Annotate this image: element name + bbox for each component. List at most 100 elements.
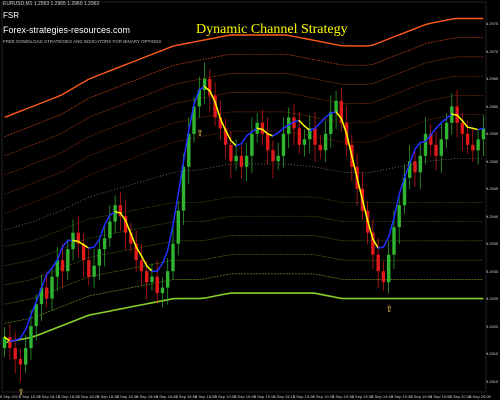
bull-candle	[244, 155, 249, 167]
time-tick-label: 5 Sep 19:55	[430, 394, 452, 399]
time-tick-label: 5 Sep 19:20	[292, 394, 315, 399]
bear-candle	[45, 287, 49, 299]
bull-candle	[97, 249, 101, 266]
bear-candle	[13, 348, 17, 360]
time-tick-label: 5 Sep 18:30	[97, 394, 119, 399]
price-tick-label: 1.2930	[486, 268, 499, 274]
bear-candle	[87, 260, 91, 277]
trend-up-segment	[435, 122, 443, 130]
bear-candle	[145, 271, 149, 283]
trend-up-segment	[88, 246, 95, 249]
bull-candle	[150, 276, 154, 283]
bull-candle	[302, 139, 307, 145]
brand-abbreviation: FSR	[3, 11, 19, 20]
trend-up-segment	[40, 273, 48, 289]
channel-midline	[4, 158, 484, 231]
trend-up-segment	[272, 131, 279, 137]
bear-candle	[376, 254, 380, 272]
trend-down-segment	[466, 126, 474, 130]
time-tick-label: 5 Sep 19:05	[234, 394, 256, 399]
bull-candle	[397, 205, 401, 228]
bear-candle	[471, 144, 475, 151]
bull-candle	[323, 133, 328, 151]
price-tick-label: 1.2960	[486, 103, 499, 109]
trend-up-segment	[240, 135, 248, 145]
strategy-title: Dynamic Channel Strategy	[196, 22, 348, 37]
time-tick-label: 5 Sep 20:05	[469, 394, 491, 399]
trend-up-segment	[319, 116, 327, 124]
trend-up-segment	[98, 224, 106, 241]
bull-candle	[329, 111, 333, 134]
site-tagline: FREE DOWNLOAD STRATEGIES AND INDICATORS …	[3, 39, 162, 44]
time-tick-label: 5 Sep 18:55	[195, 394, 217, 399]
symbol-info-line: EURUSD,M1 1.2963 1.2965 1.2960 1.2963	[3, 1, 100, 7]
bear-candle	[139, 260, 144, 272]
trend-up-segment	[9, 339, 16, 342]
bear-candle	[465, 133, 470, 145]
time-tick-label: 5 Sep 19:30	[332, 394, 354, 399]
bull-candle	[334, 100, 338, 112]
bear-candle	[18, 359, 23, 365]
bull-candle	[50, 276, 54, 299]
time-tick-label: 5 Sep 19:15	[273, 394, 295, 399]
time-tick-label: 5 Sep 18:50	[175, 394, 198, 399]
upper-channel-band	[4, 95, 484, 195]
time-tick-label: 5 Sep 20:00	[449, 394, 472, 399]
price-tick-label: 1.2945	[486, 186, 499, 192]
bull-candle	[281, 133, 286, 156]
price-tick-label: 1.2940	[486, 213, 499, 219]
bull-candle	[108, 221, 112, 239]
time-tick-label: 5 Sep 18:40	[136, 394, 158, 399]
bull-candle	[250, 133, 254, 156]
bull-candle	[160, 287, 165, 294]
bull-candle	[176, 210, 180, 244]
trend-down-segment	[145, 264, 153, 272]
price-tick-label: 1.2910	[486, 378, 499, 384]
bear-candle	[271, 150, 275, 162]
trading-chart[interactable]: EURUSD,M1 1.2963 1.2965 1.2960 1.2963 FS…	[0, 0, 500, 400]
price-tick-label: 1.2935	[486, 241, 499, 247]
bear-candle	[239, 155, 244, 167]
bear-candle	[155, 276, 159, 294]
site-name: Forex-strategies-resources.com	[3, 25, 131, 35]
bull-candle	[24, 348, 28, 365]
bear-candle	[434, 144, 438, 156]
bear-candle	[8, 337, 12, 349]
bear-candle	[413, 161, 417, 173]
bull-candle	[476, 139, 480, 151]
bull-candle	[423, 133, 428, 156]
bull-candle	[444, 122, 449, 140]
time-tick-label: 5 Sep 18:25	[77, 394, 100, 399]
bear-candle	[60, 260, 65, 272]
time-tick-label: 5 Sep 19:45	[390, 394, 413, 399]
up-arrow-icon: ⇧	[17, 387, 25, 398]
time-tick-label: 5 Sep 18:15	[38, 394, 60, 399]
trend-down-segment	[472, 127, 479, 131]
price-tick-label: 1.2920	[486, 323, 499, 329]
price-plot[interactable]	[0, 0, 500, 400]
bear-candle	[318, 144, 322, 151]
trend-up-segment	[277, 127, 285, 134]
trend-up-segment	[414, 141, 421, 150]
time-tick-label: 5 Sep 18:45	[155, 394, 178, 399]
trend-up-segment	[382, 236, 390, 248]
bear-candle	[297, 128, 301, 145]
bull-candle	[34, 304, 38, 327]
time-tick-label: 5 Sep 19:10	[253, 394, 276, 399]
price-tick-label: 1.2925	[486, 296, 499, 302]
bear-candle	[313, 128, 317, 145]
trend-up-segment	[156, 262, 164, 272]
bear-candle	[381, 271, 386, 283]
price-tick-label: 1.2970	[486, 48, 499, 54]
time-tick-label: 5 Sep 19:50	[410, 394, 433, 399]
bull-candle	[66, 249, 70, 272]
price-tick-label: 1.2955	[486, 131, 499, 137]
up-arrow-icon: ⇧	[385, 305, 394, 316]
upper-channel-band	[4, 37, 484, 137]
bull-candle	[481, 128, 486, 140]
bull-candle	[234, 155, 238, 162]
bull-candle	[29, 326, 33, 349]
bear-candle	[460, 122, 464, 134]
bull-candle	[171, 243, 175, 272]
trend-up-segment	[440, 117, 448, 124]
